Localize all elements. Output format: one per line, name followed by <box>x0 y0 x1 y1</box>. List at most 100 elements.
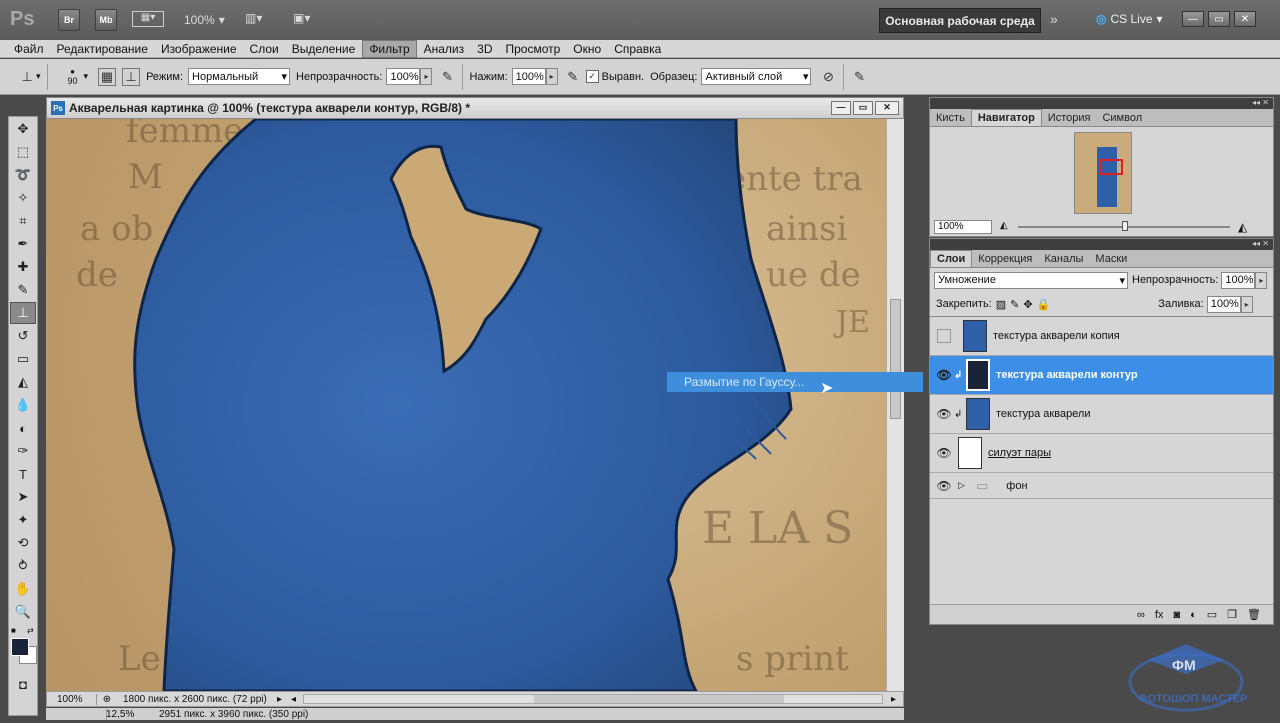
fill-slider-icon[interactable]: ▸ <box>1240 295 1253 313</box>
move-tool-icon[interactable]: ✥ <box>10 118 36 140</box>
minimize-icon[interactable]: — <box>1182 11 1204 27</box>
eye-icon[interactable]: 👁 <box>934 404 954 424</box>
app-zoom-field[interactable]: 12,5% <box>46 708 134 720</box>
layer-row[interactable]: текстура акварели копия <box>930 317 1273 356</box>
healing-brush-tool-icon[interactable]: ✚ <box>10 256 36 278</box>
fill-input[interactable]: 100% <box>1206 295 1241 313</box>
blur-tool-icon[interactable]: 💧 <box>10 394 36 416</box>
shape-tool-icon[interactable]: ✦ <box>10 509 36 531</box>
add-mask-icon[interactable]: ◙ <box>1173 609 1180 621</box>
new-group-icon[interactable]: ▭ <box>1207 608 1217 621</box>
layer-row[interactable]: 👁 силуэт пары <box>930 434 1273 473</box>
navigator-thumbnail[interactable] <box>1074 132 1132 214</box>
layer-row[interactable]: 👁 ▷ ▭ фон <box>930 473 1273 499</box>
maximize-icon[interactable]: ▭ <box>1208 11 1230 27</box>
eye-icon[interactable]: 👁 <box>934 443 954 463</box>
view-rectangle[interactable] <box>1099 159 1123 175</box>
scroll-left-icon[interactable]: ◂ <box>291 694 303 705</box>
document-canvas[interactable]: femmes M no ente tra a ob elata ainsi de… <box>46 119 886 691</box>
view-extras-icon[interactable]: ▦▾ <box>132 11 164 27</box>
navigator-zoom-input[interactable]: 100% <box>934 220 992 234</box>
clone-stamp-tool-icon[interactable]: ⊥ <box>10 302 36 324</box>
foreground-color-swatch[interactable] <box>11 638 29 656</box>
lock-all-icon[interactable]: 🔒 <box>1037 298 1051 311</box>
zoom-slider-handle[interactable] <box>1122 221 1128 231</box>
minimize-icon[interactable]: — <box>831 101 851 115</box>
menu-select[interactable]: Выделение <box>286 41 362 57</box>
bridge-button[interactable]: Br <box>58 9 80 31</box>
layer-opacity-slider-icon[interactable]: ▸ <box>1255 271 1268 289</box>
crop-tool-icon[interactable]: ⌗ <box>10 210 36 232</box>
visibility-toggle[interactable] <box>937 329 951 343</box>
scroll-thumb[interactable] <box>890 299 901 419</box>
vertical-scrollbar[interactable] <box>886 119 904 691</box>
document-title-bar[interactable]: Ps Акварельная картинка @ 100% (текстура… <box>46 97 904 119</box>
menu-help[interactable]: Справка <box>608 41 667 57</box>
horizontal-scrollbar[interactable] <box>303 694 883 704</box>
doc-zoom-field[interactable]: 100% <box>47 693 97 705</box>
sample-select[interactable]: Активный слой ▾ <box>701 68 812 85</box>
workspace-button[interactable]: Основная рабочая среда <box>879 8 1041 33</box>
lock-position-icon[interactable]: ✥ <box>1023 298 1032 311</box>
tab-brush[interactable]: Кисть <box>930 110 971 126</box>
panel-collapse-bar[interactable]: ◂◂ ✕ <box>930 98 1273 109</box>
brush-preset-picker[interactable]: ● 90 <box>62 67 84 86</box>
menu-3d[interactable]: 3D <box>471 41 498 57</box>
dodge-tool-icon[interactable]: ◐ <box>10 417 36 439</box>
panel-collapse-bar[interactable]: ◂◂ ✕ <box>930 239 1273 250</box>
screen-mode-icon[interactable]: ▣▾ <box>293 11 323 27</box>
airbrush-icon[interactable]: ✎ <box>564 68 582 86</box>
blend-mode-select[interactable]: Умножение ▾ <box>934 271 1128 289</box>
ignore-adjustment-layers-icon[interactable]: ⊘ <box>819 68 837 86</box>
mode-select[interactable]: Нормальный ▾ <box>188 68 291 85</box>
trash-icon[interactable]: 🗑 <box>1247 608 1261 621</box>
pen-tool-icon[interactable]: ✑ <box>10 440 36 462</box>
hand-tool-icon[interactable]: ✋ <box>10 578 36 600</box>
menu-window[interactable]: Окно <box>567 41 607 57</box>
cs-live-menu[interactable]: ◎ CS Live ▾ <box>1096 12 1163 26</box>
menu-edit[interactable]: Редактирование <box>51 41 154 57</box>
adjustment-layer-icon[interactable]: ◐ <box>1190 609 1197 621</box>
eye-icon[interactable]: 👁 <box>934 476 954 496</box>
swap-colors-icon[interactable]: ⇄ <box>27 626 34 635</box>
layer-row[interactable]: 👁 ↲ текстура акварели <box>930 395 1273 434</box>
clone-source-panel-icon[interactable]: ⊥ <box>122 67 141 86</box>
eyedropper-tool-icon[interactable]: ✒ <box>10 233 36 255</box>
menu-file[interactable]: Файл <box>8 41 50 57</box>
zoom-slider[interactable] <box>1018 221 1230 231</box>
menu-layer[interactable]: Слои <box>244 41 285 57</box>
scroll-right-icon[interactable]: ▸ <box>891 694 903 705</box>
menu-filter[interactable]: Фильтр <box>362 39 417 58</box>
type-tool-icon[interactable]: T <box>10 463 36 485</box>
brush-panel-icon[interactable]: ▦ <box>98 67 117 86</box>
history-brush-tool-icon[interactable]: ↺ <box>10 325 36 347</box>
arrange-documents-icon[interactable]: ▥▾ <box>245 11 275 27</box>
zoom-in-icon[interactable]: ◭ <box>1238 220 1247 234</box>
minibridge-button[interactable]: Mb <box>95 9 117 31</box>
zoom-level-dropdown[interactable]: 100% ▾ <box>184 13 225 27</box>
quick-mask-icon[interactable]: ◘ <box>10 673 36 695</box>
lasso-tool-icon[interactable]: ➰ <box>10 164 36 186</box>
play-icon[interactable]: ▸ <box>277 694 291 705</box>
eye-icon[interactable]: 👁 <box>934 365 954 385</box>
tab-masks[interactable]: Маски <box>1089 251 1133 267</box>
brush-tool-icon[interactable]: ✎ <box>10 279 36 301</box>
maximize-icon[interactable]: ▭ <box>853 101 873 115</box>
3d-rotate-tool-icon[interactable]: ⟲ <box>10 532 36 554</box>
pressure-slider-icon[interactable]: ▸ <box>545 68 558 85</box>
layer-opacity-input[interactable]: 100% <box>1221 271 1256 289</box>
expand-triangle-icon[interactable]: ▷ <box>958 480 972 491</box>
lock-transparency-icon[interactable]: ▨ <box>996 298 1006 311</box>
zoom-tool-icon[interactable]: 🔍 <box>10 601 36 623</box>
scroll-thumb[interactable] <box>534 695 784 703</box>
tab-history[interactable]: История <box>1042 110 1097 126</box>
paint-bucket-tool-icon[interactable]: ◭ <box>10 371 36 393</box>
zoom-out-icon[interactable]: ◭ <box>1000 220 1008 231</box>
more-workspaces-icon[interactable]: » <box>1050 11 1058 27</box>
new-layer-icon[interactable]: ❐ <box>1227 608 1237 621</box>
tab-channels[interactable]: Каналы <box>1038 251 1089 267</box>
pressure-opacity-icon[interactable]: ✎ <box>438 68 456 86</box>
opacity-input[interactable]: 100% <box>386 68 421 85</box>
tab-navigator[interactable]: Навигатор <box>970 109 1042 126</box>
menu-view[interactable]: Просмотр <box>499 41 566 57</box>
